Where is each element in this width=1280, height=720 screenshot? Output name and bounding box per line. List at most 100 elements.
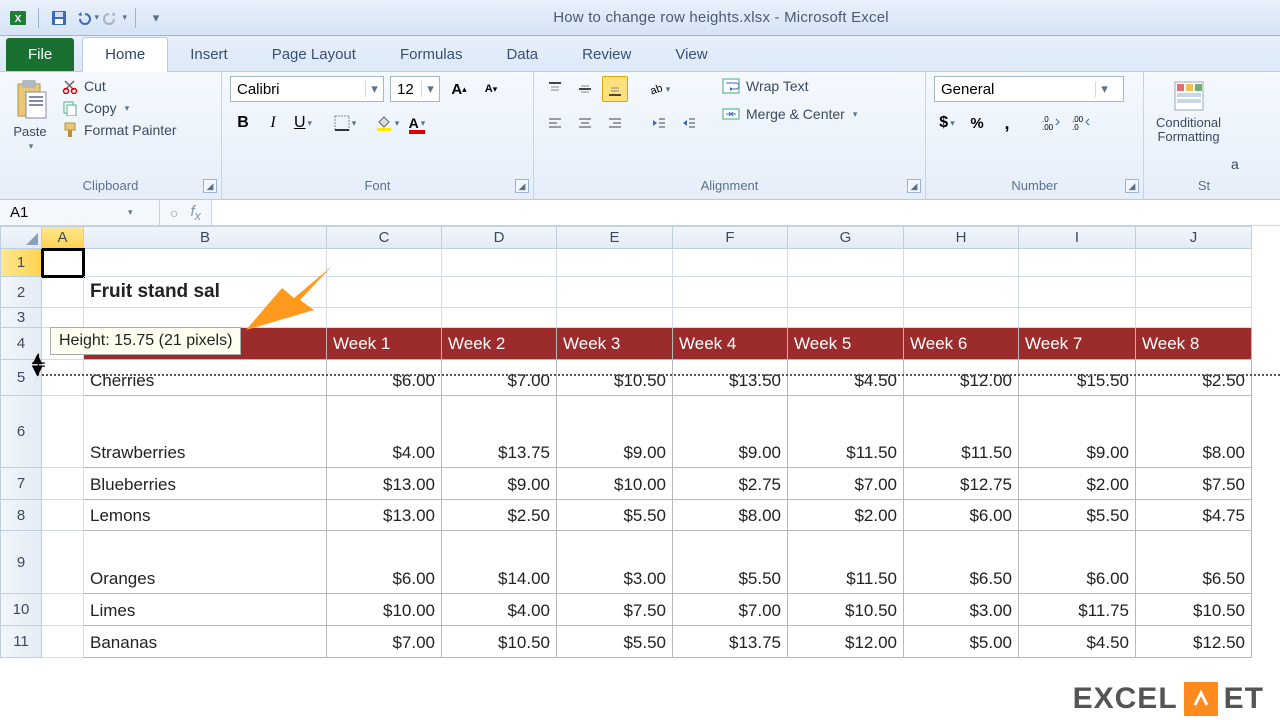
cell-J2[interactable] <box>1136 277 1252 308</box>
tab-file[interactable]: File <box>6 38 74 71</box>
copy-button[interactable]: Copy▾ <box>58 98 181 118</box>
cell-H8[interactable]: $6.00 <box>904 500 1019 531</box>
number-dialog-launcher[interactable]: ◢ <box>1125 179 1139 193</box>
cell-H3[interactable] <box>904 308 1019 328</box>
cell-D1[interactable] <box>442 249 557 277</box>
save-icon[interactable] <box>47 6 71 30</box>
number-format-input[interactable] <box>935 81 1095 98</box>
cell-G3[interactable] <box>788 308 904 328</box>
row-header-10[interactable]: 10 <box>0 594 42 626</box>
cell-F10[interactable]: $7.00 <box>673 594 788 626</box>
cell-J11[interactable]: $12.50 <box>1136 626 1252 658</box>
cell-J4[interactable]: Week 8 <box>1136 328 1252 360</box>
cell-F11[interactable]: $13.75 <box>673 626 788 658</box>
cell-H6[interactable]: $11.50 <box>904 396 1019 468</box>
cell-E8[interactable]: $5.50 <box>557 500 673 531</box>
name-box[interactable]: ▾ <box>0 200 160 225</box>
chevron-down-icon[interactable]: ▾ <box>421 81 439 97</box>
cell-F3[interactable] <box>673 308 788 328</box>
row-header-1[interactable]: 1 <box>0 249 42 277</box>
cell-I8[interactable]: $5.50 <box>1019 500 1136 531</box>
cell-B5[interactable]: Cherries <box>84 360 327 396</box>
column-header-C[interactable]: C <box>327 226 442 249</box>
cell-C2[interactable] <box>327 277 442 308</box>
column-header-I[interactable]: I <box>1019 226 1136 249</box>
cell-E9[interactable]: $3.00 <box>557 531 673 594</box>
comma-format-button[interactable]: , <box>994 110 1020 136</box>
cell-B10[interactable]: Limes <box>84 594 327 626</box>
cell-C11[interactable]: $7.00 <box>327 626 442 658</box>
excel-icon[interactable]: X <box>6 6 30 30</box>
cell-C5[interactable]: $6.00 <box>327 360 442 396</box>
column-header-H[interactable]: H <box>904 226 1019 249</box>
row-header-3[interactable]: 3 <box>0 308 42 328</box>
font-name-combo[interactable]: ▾ <box>230 76 384 102</box>
formula-input[interactable] <box>212 200 1280 225</box>
cell-A5[interactable] <box>42 360 84 396</box>
name-box-input[interactable] <box>0 204 120 221</box>
font-color-button[interactable]: A ▾ <box>404 110 430 136</box>
cell-A1[interactable] <box>42 249 84 277</box>
cell-I4[interactable]: Week 7 <box>1019 328 1136 360</box>
tab-insert[interactable]: Insert <box>168 38 250 71</box>
cell-G5[interactable]: $4.50 <box>788 360 904 396</box>
cell-I5[interactable]: $15.50 <box>1019 360 1136 396</box>
decrease-indent-button[interactable] <box>646 110 672 136</box>
cell-G8[interactable]: $2.00 <box>788 500 904 531</box>
cell-C6[interactable]: $4.00 <box>327 396 442 468</box>
cell-E7[interactable]: $10.00 <box>557 468 673 500</box>
cell-G6[interactable]: $11.50 <box>788 396 904 468</box>
align-middle-button[interactable] <box>572 76 598 102</box>
cell-D4[interactable]: Week 2 <box>442 328 557 360</box>
cell-G4[interactable]: Week 5 <box>788 328 904 360</box>
row-header-2[interactable]: 2 <box>0 277 42 308</box>
column-header-G[interactable]: G <box>788 226 904 249</box>
cell-B6[interactable]: Strawberries <box>84 396 327 468</box>
column-header-F[interactable]: F <box>673 226 788 249</box>
cell-B11[interactable]: Bananas <box>84 626 327 658</box>
align-top-button[interactable] <box>542 76 568 102</box>
tab-view[interactable]: View <box>653 38 729 71</box>
alignment-dialog-launcher[interactable]: ◢ <box>907 179 921 193</box>
cell-D7[interactable]: $9.00 <box>442 468 557 500</box>
font-size-combo[interactable]: ▾ <box>390 76 440 102</box>
cell-A2[interactable] <box>42 277 84 308</box>
cell-J7[interactable]: $7.50 <box>1136 468 1252 500</box>
row-header-9[interactable]: 9 <box>0 531 42 594</box>
cell-D10[interactable]: $4.00 <box>442 594 557 626</box>
cell-C7[interactable]: $13.00 <box>327 468 442 500</box>
cell-J8[interactable]: $4.75 <box>1136 500 1252 531</box>
format-painter-button[interactable]: Format Painter <box>58 120 181 140</box>
cell-E3[interactable] <box>557 308 673 328</box>
cell-H9[interactable]: $6.50 <box>904 531 1019 594</box>
percent-format-button[interactable]: % <box>964 110 990 136</box>
fx-icon[interactable]: fx <box>190 203 200 223</box>
clipboard-dialog-launcher[interactable]: ◢ <box>203 179 217 193</box>
row-header-6[interactable]: 6 <box>0 396 42 468</box>
cell-J6[interactable]: $8.00 <box>1136 396 1252 468</box>
cell-F6[interactable]: $9.00 <box>673 396 788 468</box>
tab-data[interactable]: Data <box>484 38 560 71</box>
chevron-down-icon[interactable]: ▾ <box>365 81 383 97</box>
cell-G2[interactable] <box>788 277 904 308</box>
merge-center-button[interactable]: Merge & Center▾ <box>718 104 861 124</box>
number-format-combo[interactable]: ▾ <box>934 76 1124 102</box>
column-header-A[interactable]: A <box>42 226 84 249</box>
cell-I11[interactable]: $4.50 <box>1019 626 1136 658</box>
cell-G11[interactable]: $12.00 <box>788 626 904 658</box>
undo-icon[interactable]: ▾ <box>75 6 99 30</box>
cell-F4[interactable]: Week 4 <box>673 328 788 360</box>
font-name-input[interactable] <box>231 81 365 98</box>
cell-I2[interactable] <box>1019 277 1136 308</box>
cell-F1[interactable] <box>673 249 788 277</box>
cell-F2[interactable] <box>673 277 788 308</box>
cell-A3[interactable] <box>42 308 84 328</box>
cell-A7[interactable] <box>42 468 84 500</box>
redo-icon[interactable]: ▾ <box>103 6 127 30</box>
chevron-down-icon[interactable]: ▾ <box>1095 81 1113 97</box>
accounting-format-button[interactable]: $▾ <box>934 110 960 136</box>
cell-C4[interactable]: Week 1 <box>327 328 442 360</box>
cell-F9[interactable]: $5.50 <box>673 531 788 594</box>
cell-G1[interactable] <box>788 249 904 277</box>
align-left-button[interactable] <box>542 110 568 136</box>
